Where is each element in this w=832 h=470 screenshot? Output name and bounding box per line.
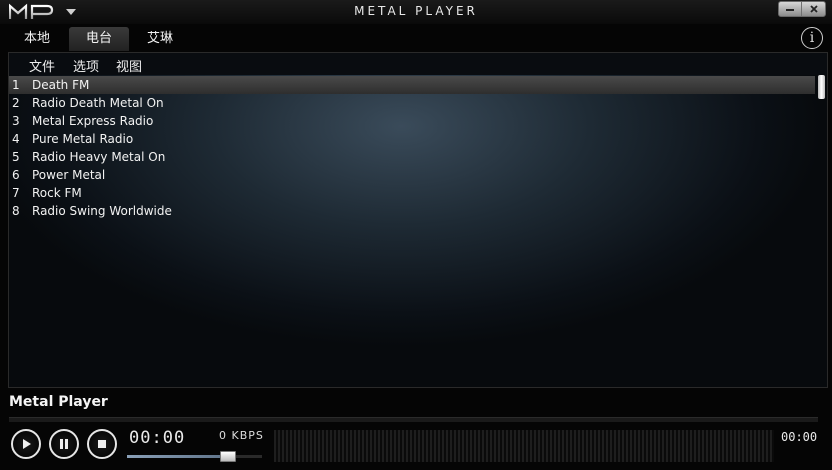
station-number: 2: [12, 96, 20, 110]
menu-bar: 文件 选项 视图: [9, 53, 827, 75]
station-name: Metal Express Radio: [32, 114, 154, 128]
station-number: 4: [12, 132, 20, 146]
close-button[interactable]: [802, 2, 825, 16]
station-panel: 文件 选项 视图 1 Death FM 2 Radio Death Metal …: [8, 52, 828, 388]
tab-radio[interactable]: 电台: [69, 27, 129, 51]
play-button[interactable]: [11, 429, 41, 459]
stop-icon: [98, 440, 106, 448]
station-name: Rock FM: [32, 186, 82, 200]
scrollbar[interactable]: [818, 75, 825, 387]
info-icon: i: [809, 30, 815, 46]
close-icon: [809, 5, 818, 13]
list-item[interactable]: 1 Death FM: [9, 76, 815, 94]
pause-button[interactable]: [49, 429, 79, 459]
title-bar[interactable]: METAL PLAYER: [0, 0, 832, 24]
metal-player-window: METAL PLAYER 本地 电台 艾琳 i 文件 选项 视图 1 Death…: [0, 0, 832, 470]
station-list: 1 Death FM 2 Radio Death Metal On 3 Meta…: [9, 76, 815, 220]
tab-erin[interactable]: 艾琳: [130, 27, 190, 51]
station-number: 7: [12, 186, 20, 200]
station-name: Death FM: [32, 78, 90, 92]
minimize-icon: [786, 9, 794, 11]
window-controls: [778, 1, 826, 17]
station-number: 5: [12, 150, 20, 164]
station-name: Radio Death Metal On: [32, 96, 164, 110]
menu-file[interactable]: 文件: [29, 56, 55, 75]
minimize-button[interactable]: [779, 2, 802, 16]
station-name: Pure Metal Radio: [32, 132, 134, 146]
list-item[interactable]: 2 Radio Death Metal On: [9, 94, 815, 112]
list-item[interactable]: 4 Pure Metal Radio: [9, 130, 815, 148]
station-number: 6: [12, 168, 20, 182]
now-playing-title: Metal Player: [9, 394, 108, 410]
volume-slider-thumb[interactable]: [220, 451, 236, 462]
list-item[interactable]: 3 Metal Express Radio: [9, 112, 815, 130]
scrollbar-thumb[interactable]: [818, 75, 825, 99]
station-name: Radio Swing Worldwide: [32, 204, 172, 218]
tab-bar: 本地 电台 艾琳: [0, 27, 832, 51]
station-number: 1: [12, 78, 20, 92]
volume-slider[interactable]: [127, 455, 262, 458]
spectrum-visualizer: [274, 430, 774, 462]
station-number: 3: [12, 114, 20, 128]
elapsed-time: 00:00: [129, 428, 186, 448]
play-icon: [23, 439, 31, 449]
list-item[interactable]: 8 Radio Swing Worldwide: [9, 202, 815, 220]
station-number: 8: [12, 204, 20, 218]
tab-local[interactable]: 本地: [7, 27, 67, 51]
station-name: Radio Heavy Metal On: [32, 150, 166, 164]
list-item[interactable]: 7 Rock FM: [9, 184, 815, 202]
menu-options[interactable]: 选项: [73, 56, 99, 75]
menu-view[interactable]: 视图: [116, 56, 142, 75]
app-title: METAL PLAYER: [354, 4, 478, 18]
pause-icon: [60, 439, 68, 449]
stop-button[interactable]: [87, 429, 117, 459]
list-item[interactable]: 5 Radio Heavy Metal On: [9, 148, 815, 166]
list-item[interactable]: 6 Power Metal: [9, 166, 815, 184]
seek-bar[interactable]: [9, 417, 818, 422]
total-time: 00:00: [781, 430, 818, 444]
bitrate-readout: 0 KBPS: [219, 429, 264, 442]
station-name: Power Metal: [32, 168, 106, 182]
info-button[interactable]: i: [801, 27, 823, 49]
